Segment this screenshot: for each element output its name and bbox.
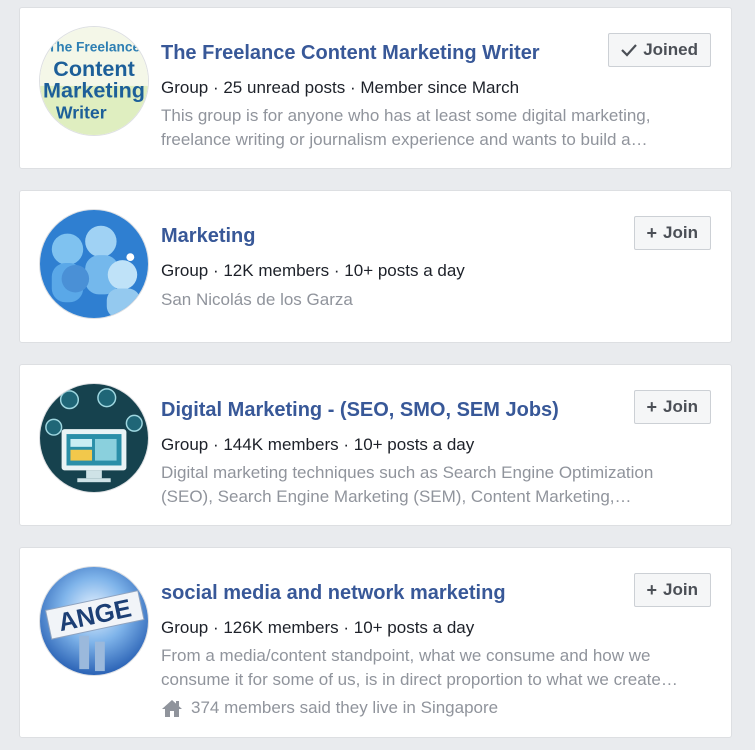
join-button-label: Join xyxy=(663,580,698,599)
group-name-link[interactable]: Digital Marketing - (SEO, SMO, SEM Jobs) xyxy=(161,399,559,422)
checkmark-icon xyxy=(621,44,638,57)
group-avatar[interactable] xyxy=(39,209,149,319)
group-card: Marketing Group · 12K members · 10+ post… xyxy=(19,190,732,343)
group-card: ANGE social media and network marketing … xyxy=(19,547,732,738)
join-button-label: Join xyxy=(663,223,698,242)
group-description: From a media/content standpoint, what we… xyxy=(161,646,678,689)
svg-text:The Freelance: The Freelance xyxy=(48,40,141,55)
plus-icon: + xyxy=(646,580,658,600)
group-description: Digital marketing techniques such as Sea… xyxy=(161,463,654,506)
group-avatar-image: ANGE xyxy=(40,567,148,675)
join-button[interactable]: + Join xyxy=(633,216,711,250)
group-name-link[interactable]: Marketing xyxy=(161,225,255,248)
group-avatar[interactable]: The Freelance Content Marketing Writer xyxy=(39,26,149,136)
group-avatar[interactable] xyxy=(39,383,149,493)
group-meta: Group · 144K members · 10+ posts a day xyxy=(161,435,475,454)
group-card: Digital Marketing - (SEO, SMO, SEM Jobs)… xyxy=(19,364,732,526)
group-avatar[interactable]: ANGE xyxy=(39,566,149,676)
join-button[interactable]: + Join xyxy=(633,573,711,607)
group-members-location: 374 members said they live in Singapore xyxy=(161,698,498,718)
group-avatar-image xyxy=(40,384,148,492)
group-name-link[interactable]: The Freelance Content Marketing Writer xyxy=(161,42,540,65)
home-icon xyxy=(162,699,182,717)
group-description: This group is for anyone who has at leas… xyxy=(161,106,651,149)
group-avatar-image xyxy=(40,210,148,318)
group-meta: Group · 126K members · 10+ posts a day xyxy=(161,618,475,637)
group-meta: Group · 12K members · 10+ posts a day xyxy=(161,261,465,280)
joined-button-label: Joined xyxy=(643,40,698,59)
group-location: San Nicolás de los Garza xyxy=(161,290,353,309)
plus-icon: + xyxy=(646,397,658,417)
join-button[interactable]: + Join xyxy=(633,390,711,424)
svg-text:Marketing: Marketing xyxy=(43,78,145,103)
members-location-text: 374 members said they live in Singapore xyxy=(191,698,499,717)
join-button-label: Join xyxy=(663,397,698,416)
group-card: The Freelance Content Marketing Writer T… xyxy=(19,7,732,169)
group-name-link[interactable]: social media and network marketing xyxy=(161,582,506,605)
joined-button[interactable]: Joined xyxy=(608,33,711,67)
group-meta: Group · 25 unread posts · Member since M… xyxy=(161,78,520,97)
group-avatar-image: The Freelance Content Marketing Writer xyxy=(40,27,148,135)
plus-icon: + xyxy=(646,223,658,243)
svg-text:Writer: Writer xyxy=(56,102,107,122)
